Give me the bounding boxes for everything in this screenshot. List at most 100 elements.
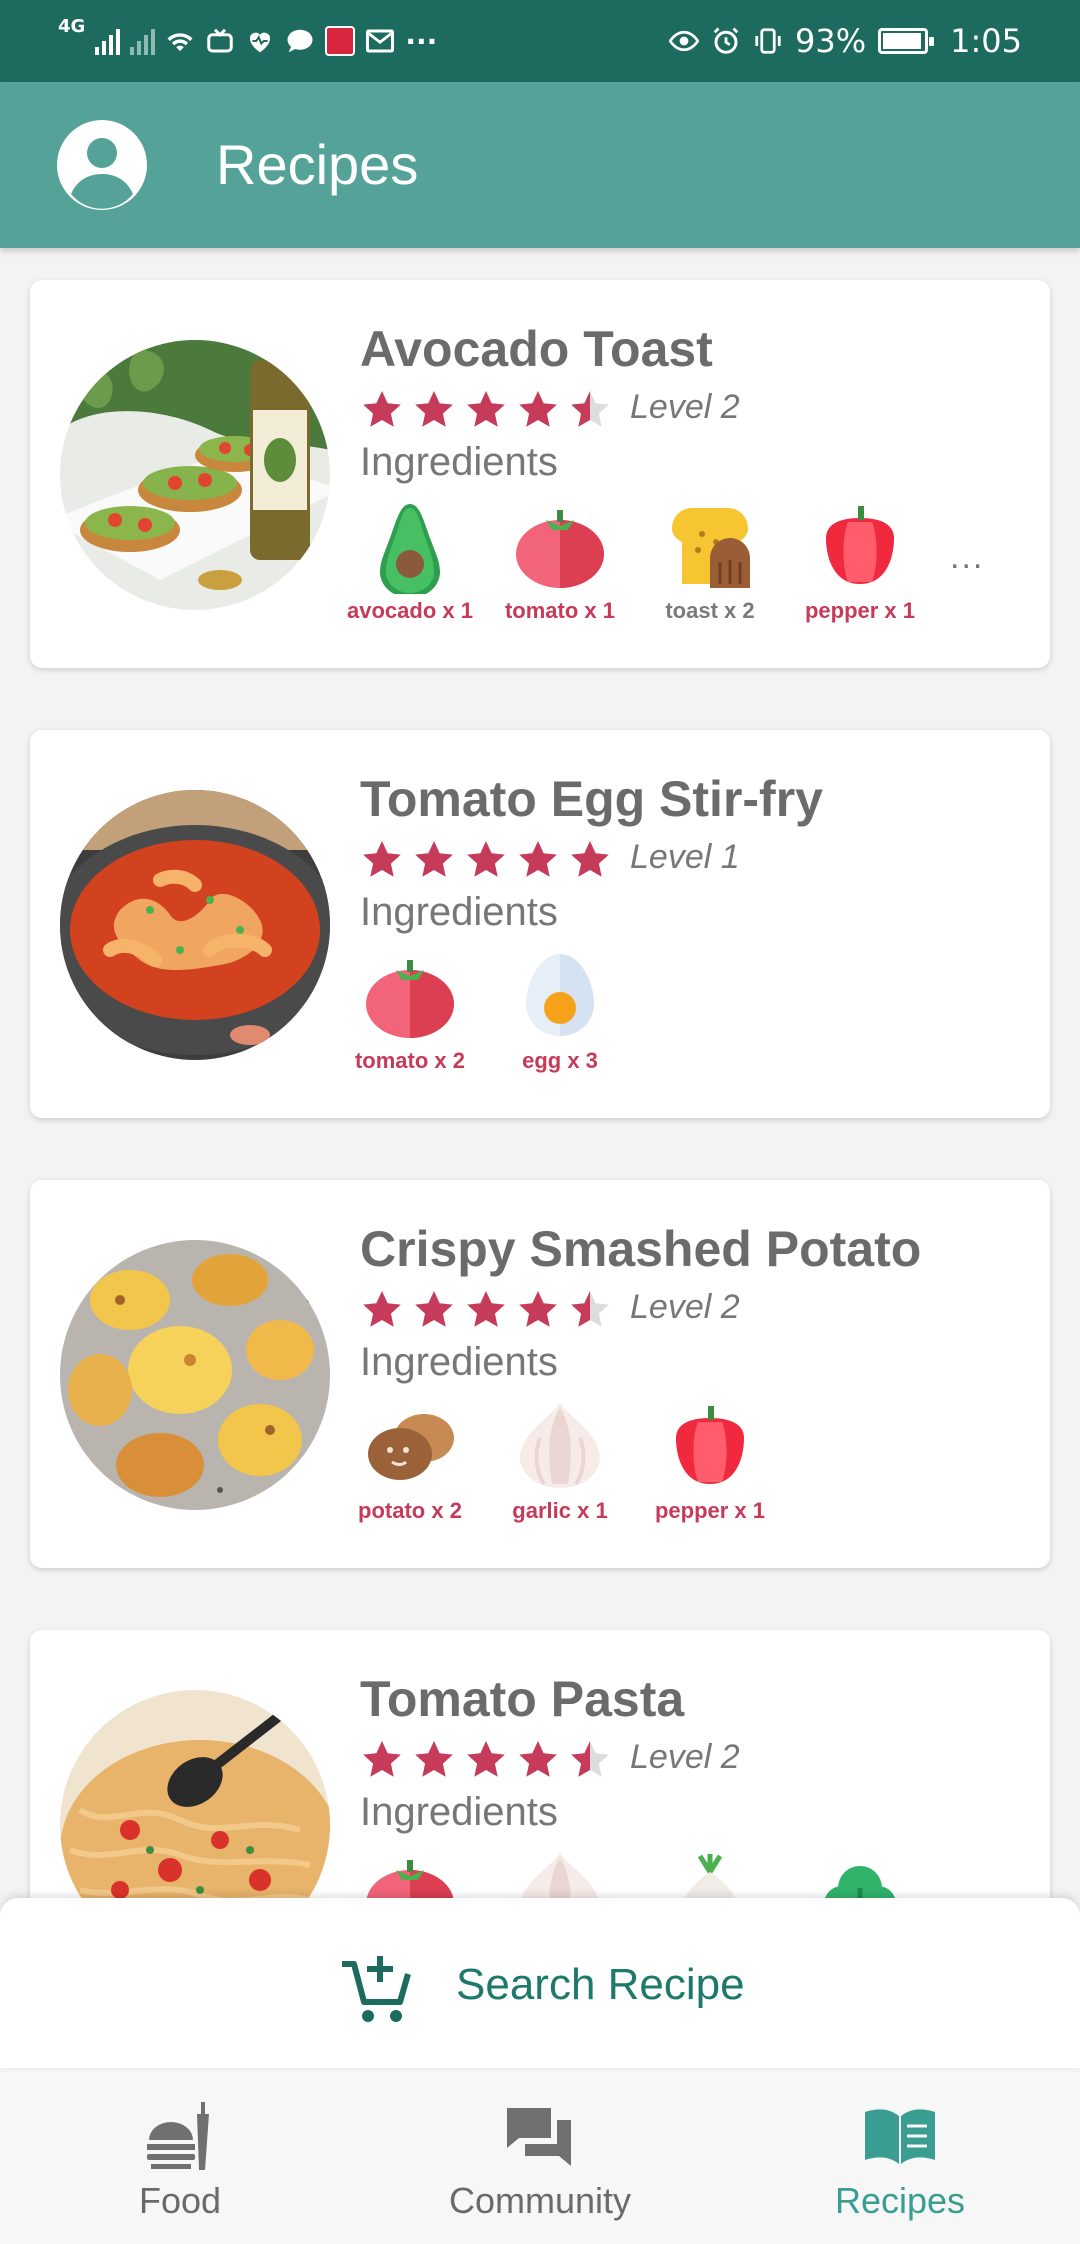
nav-label: Community bbox=[448, 2180, 632, 2221]
eye-icon bbox=[669, 30, 700, 52]
nav-label: Recipes bbox=[834, 2180, 966, 2221]
star-icon bbox=[415, 841, 453, 877]
status-right: 93% 1:05 bbox=[669, 18, 1022, 64]
ingredient-label: egg x 3 bbox=[522, 1048, 598, 1073]
food-icon bbox=[147, 2102, 209, 2170]
avocado-icon bbox=[380, 504, 440, 594]
star-icon bbox=[415, 1291, 453, 1327]
difficulty-level: Level 2 bbox=[630, 1288, 740, 1326]
star-icon bbox=[519, 1741, 557, 1777]
clock: 1:05 bbox=[950, 22, 1022, 60]
star-icon bbox=[571, 1291, 609, 1327]
toast-icon bbox=[672, 508, 750, 588]
status-bar: 4G ··· 93% 1:05 bbox=[0, 0, 1080, 82]
star-icon bbox=[571, 1741, 609, 1777]
nav-label: Food bbox=[138, 2180, 222, 2221]
pepper-icon bbox=[826, 506, 894, 584]
nav-recipes[interactable]: Recipes bbox=[720, 2072, 1080, 2244]
search-recipe-label: Search Recipe bbox=[456, 1960, 745, 2009]
recipe-title: Crispy Smashed Potato bbox=[360, 1221, 922, 1277]
ingredient-label: garlic x 1 bbox=[512, 1498, 608, 1523]
difficulty-level: Level 2 bbox=[630, 1738, 740, 1776]
signal-2-icon bbox=[130, 27, 156, 55]
wifi-icon bbox=[167, 33, 193, 51]
ingredients-label: Ingredients bbox=[360, 890, 558, 934]
ingredient-potato: potato x 2 bbox=[335, 1398, 485, 1528]
ingredient-toast: toast x 2 bbox=[635, 498, 785, 628]
rating-stars bbox=[360, 1738, 612, 1782]
star-icon bbox=[467, 841, 505, 877]
search-recipe-button[interactable]: Search Recipe bbox=[0, 1898, 1080, 2068]
tomato-icon bbox=[516, 510, 604, 588]
star-icon bbox=[519, 391, 557, 427]
difficulty-level: Level 2 bbox=[630, 388, 740, 426]
ingredients-label: Ingredients bbox=[360, 1340, 558, 1384]
ingredient-label: tomato x 1 bbox=[504, 598, 616, 623]
battery-icon bbox=[878, 28, 935, 54]
recipe-photo bbox=[60, 340, 330, 610]
alarm-icon bbox=[713, 27, 739, 54]
ingredient-tomato: tomato x 1 bbox=[485, 498, 635, 628]
health-icon bbox=[250, 32, 271, 53]
rating-stars bbox=[360, 388, 612, 432]
nav-community[interactable]: Community bbox=[360, 2072, 720, 2244]
ingredient-egg: egg x 3 bbox=[485, 948, 635, 1078]
forum-icon bbox=[507, 2108, 571, 2166]
recipe-title: Avocado Toast bbox=[360, 321, 713, 377]
star-icon bbox=[467, 1291, 505, 1327]
bottom-nav: Food Community Recipes bbox=[0, 2072, 1080, 2244]
more-ingredients[interactable]: ... bbox=[950, 538, 984, 577]
recipe-card-crispy-smashed-potato[interactable]: Crispy Smashed Potato Level 2 Ingredient… bbox=[30, 1180, 1050, 1568]
ingredient-avocado: avocado x 1 bbox=[335, 498, 485, 628]
signal-icon bbox=[95, 27, 121, 55]
ingredient-garlic: garlic x 1 bbox=[485, 1398, 635, 1528]
vibrate-icon bbox=[755, 28, 781, 54]
recipe-photo bbox=[60, 1240, 330, 1510]
battery-percent: 93% bbox=[795, 22, 867, 60]
star-icon bbox=[467, 391, 505, 427]
star-icon bbox=[363, 1741, 401, 1777]
ingredients-label: Ingredients bbox=[360, 440, 558, 484]
potato-icon bbox=[368, 1414, 454, 1480]
network-type: 4G bbox=[58, 16, 86, 37]
star-icon bbox=[467, 1741, 505, 1777]
more-icon: ··· bbox=[405, 24, 438, 58]
star-icon bbox=[519, 841, 557, 877]
ingredient-label: toast x 2 bbox=[665, 598, 755, 623]
star-icon bbox=[363, 1291, 401, 1327]
star-icon bbox=[363, 841, 401, 877]
status-left: 4G ··· bbox=[58, 16, 438, 64]
ingredient-label: tomato x 2 bbox=[354, 1048, 466, 1073]
egg-icon bbox=[526, 954, 594, 1036]
ingredient-tomato: tomato x 2 bbox=[335, 948, 485, 1078]
recipe-photo bbox=[60, 790, 330, 1060]
tv-icon bbox=[207, 28, 234, 53]
ingredient-label: pepper x 1 bbox=[654, 1498, 766, 1523]
recipe-card-tomato-egg-stir-fry[interactable]: Tomato Egg Stir-fry Level 1 Ingredients … bbox=[30, 730, 1050, 1118]
star-icon bbox=[363, 391, 401, 427]
add-cart-icon bbox=[342, 1956, 411, 2022]
ingredient-label: avocado x 1 bbox=[347, 598, 473, 623]
star-icon bbox=[415, 391, 453, 427]
nav-food[interactable]: Food bbox=[0, 2072, 360, 2244]
recipe-title: Tomato Pasta bbox=[360, 1671, 685, 1727]
star-icon bbox=[571, 391, 609, 427]
ingredients-label: Ingredients bbox=[360, 1790, 558, 1834]
rating-stars bbox=[360, 838, 612, 882]
mail-icon bbox=[366, 29, 395, 53]
difficulty-level: Level 1 bbox=[630, 838, 740, 876]
book-icon bbox=[865, 2109, 935, 2164]
recipe-card-avocado-toast[interactable]: Avocado Toast Level 2 Ingredients avocad… bbox=[30, 280, 1050, 668]
account-icon[interactable] bbox=[57, 120, 147, 210]
page-title: Recipes bbox=[216, 133, 419, 196]
app-bar: Recipes bbox=[0, 82, 1080, 248]
pepper-icon bbox=[676, 1406, 744, 1484]
ingredient-pepper: pepper x 1 bbox=[785, 498, 935, 628]
garlic-icon bbox=[520, 1402, 600, 1488]
ingredient-pepper: pepper x 1 bbox=[635, 1398, 785, 1528]
ingredient-label: pepper x 1 bbox=[804, 598, 916, 623]
star-icon bbox=[415, 1741, 453, 1777]
rating-stars bbox=[360, 1288, 612, 1332]
chat-icon bbox=[287, 29, 313, 53]
app-icon bbox=[325, 26, 356, 56]
